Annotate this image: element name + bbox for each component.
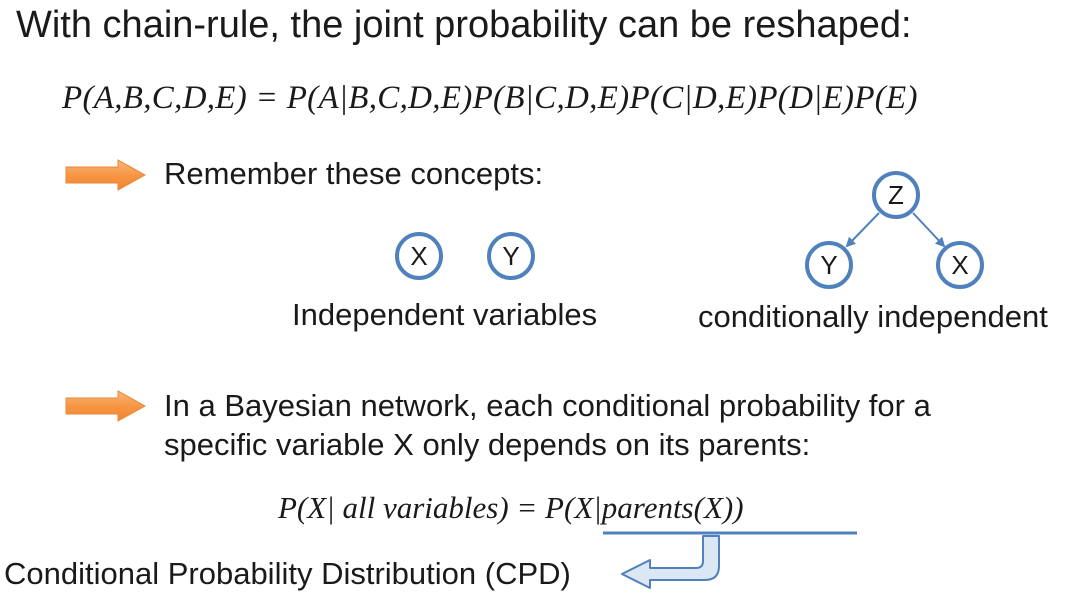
orange-right-arrow-icon	[65, 390, 147, 422]
node-x-label: X	[951, 250, 968, 280]
slide-graphics: X Y Z Y X	[65, 159, 984, 589]
edge-z-to-y	[845, 212, 880, 248]
conditional-node-y: Y	[805, 241, 853, 289]
node-y-label: Y	[502, 241, 519, 271]
conditional-node-x: X	[936, 241, 984, 289]
edge-z-to-x	[912, 212, 946, 248]
node-z-label: Z	[888, 180, 904, 210]
independent-node-x: X	[395, 232, 443, 280]
node-y-label: Y	[820, 250, 837, 280]
node-x-label: X	[410, 241, 427, 271]
orange-right-arrow-icon	[65, 159, 147, 191]
independent-node-y: Y	[487, 232, 535, 280]
blue-bent-arrow-icon	[621, 535, 720, 589]
conditional-node-z: Z	[872, 171, 920, 219]
